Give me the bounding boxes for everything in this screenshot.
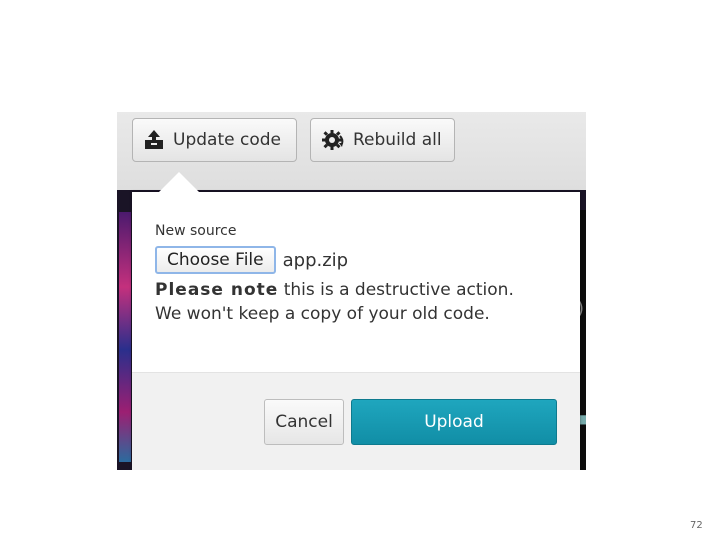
update-code-button[interactable]: Update code: [132, 118, 297, 162]
popover-footer: Cancel Upload: [132, 372, 580, 470]
file-picker-row: Choose File app.zip: [155, 246, 348, 274]
background-edge: [580, 210, 586, 470]
new-source-label: New source: [155, 223, 237, 239]
rebuild-all-button[interactable]: Rebuild all: [310, 118, 455, 162]
gear-refresh-icon: [322, 130, 344, 150]
rebuild-all-label: Rebuild all: [353, 130, 442, 150]
warning-text: this is a destructive action.: [278, 280, 514, 300]
upload-popover: New source Choose File app.zip Please no…: [132, 192, 580, 470]
update-code-label: Update code: [173, 130, 281, 150]
selected-file-name: app.zip: [282, 249, 349, 271]
screenshot: ) ■ Update code Rebuild all New source C…: [117, 112, 586, 470]
page-number: 72: [690, 520, 703, 531]
warning-line-2: We won't keep a copy of your old code.: [155, 304, 490, 324]
warning-emphasis: Please note: [155, 280, 279, 300]
destructive-warning: Please note this is a destructive action…: [155, 278, 565, 326]
upload-box-icon: [145, 130, 163, 149]
upload-button[interactable]: Upload: [351, 399, 557, 445]
popover-arrow: [158, 172, 200, 193]
cancel-button[interactable]: Cancel: [264, 399, 344, 445]
background-glyph: ■: [579, 412, 586, 426]
background-artwork: [119, 212, 131, 462]
choose-file-button[interactable]: Choose File: [155, 246, 276, 274]
popover-body: New source Choose File app.zip Please no…: [132, 192, 580, 372]
warning-line-1: Please note this is a destructive action…: [155, 278, 565, 302]
